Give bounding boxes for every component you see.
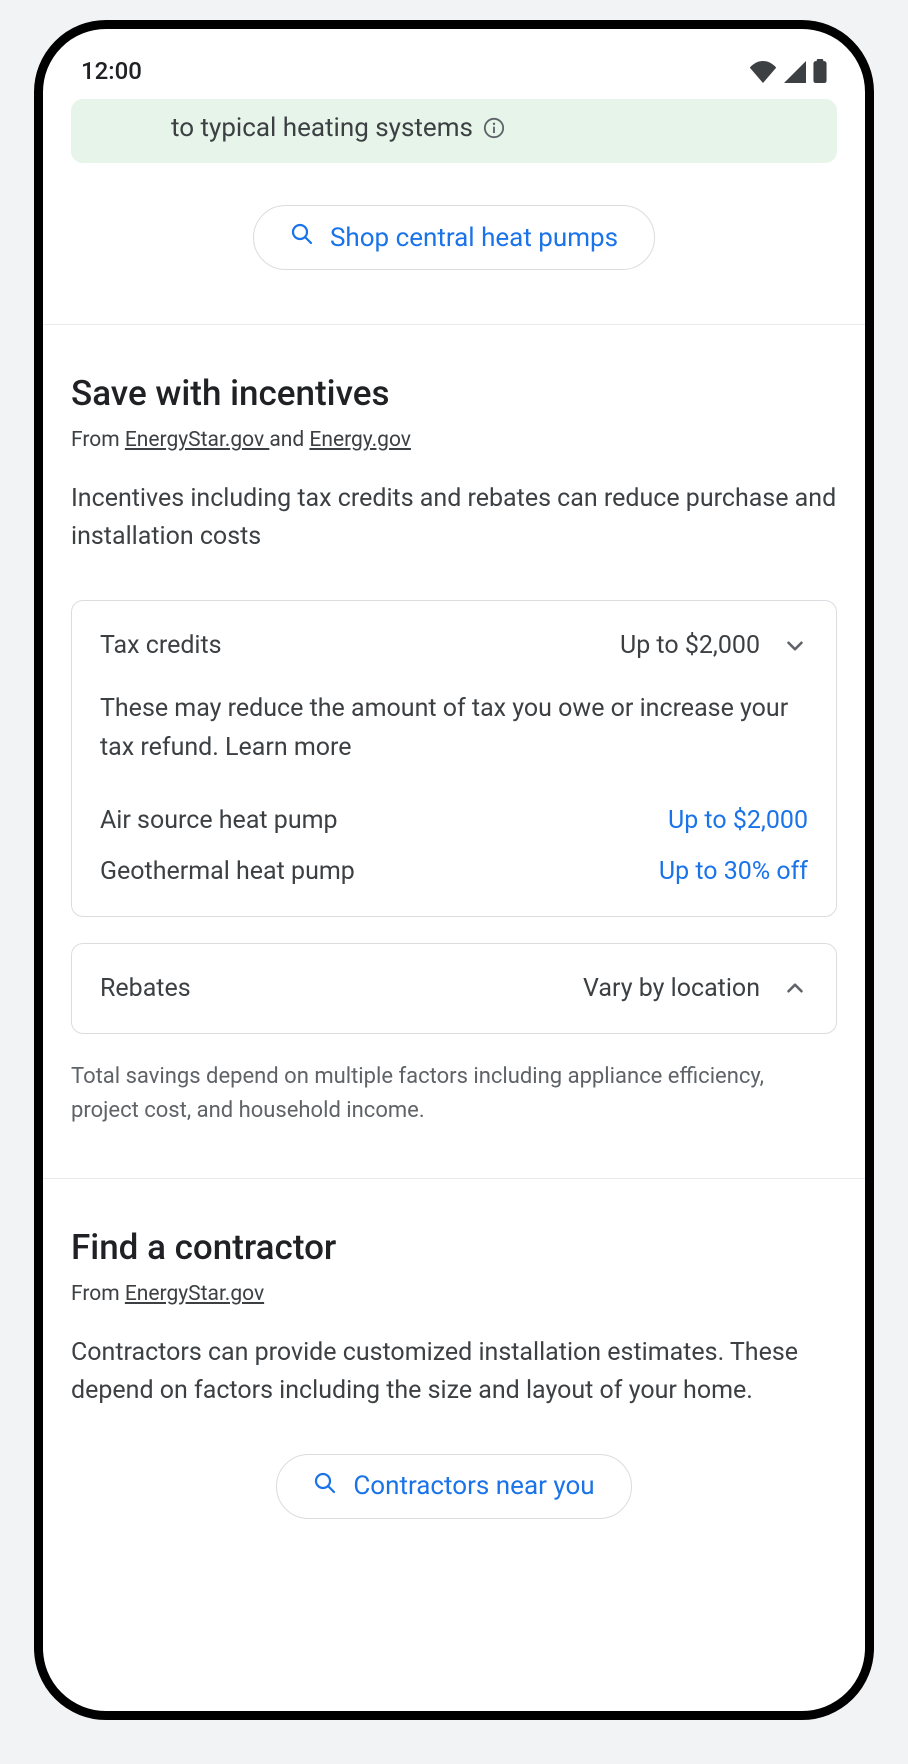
banner-text: to typical heating systems [171, 113, 473, 143]
rebates-header[interactable]: Rebates Vary by location [72, 944, 836, 1033]
main-content: to typical heating systems Shop central … [43, 99, 865, 1519]
tax-credits-body-text: These may reduce the amount of tax you o… [100, 690, 808, 768]
source-and: and [269, 428, 309, 452]
contractors-near-you-button[interactable]: Contractors near you [276, 1454, 631, 1519]
tax-credits-value: Up to $2,000 [620, 631, 760, 660]
incentive-row: Geothermal heat pump Up to 30% off [100, 857, 808, 886]
energystar-link[interactable]: EnergyStar.gov [125, 428, 269, 452]
rebates-card: Rebates Vary by location [71, 943, 837, 1034]
source-prefix: From [71, 428, 125, 452]
cellular-icon [783, 61, 807, 83]
tax-credits-card: Tax credits Up to $2,000 These may reduc… [71, 600, 837, 917]
incentives-disclaimer: Total savings depend on multiple factors… [71, 1060, 837, 1128]
phone-frame: 12:00 to typical heating systems [34, 20, 874, 1720]
incentive-row-value[interactable]: Up to 30% off [659, 857, 808, 886]
battery-icon [813, 59, 827, 83]
tax-credits-header-right: Up to $2,000 [620, 631, 808, 660]
incentive-row-label: Geothermal heat pump [100, 857, 355, 886]
rebates-label: Rebates [100, 974, 191, 1003]
energygov-link[interactable]: Energy.gov [309, 428, 411, 452]
incentives-description: Incentives including tax credits and reb… [71, 480, 837, 556]
incentives-section: Save with incentives From EnergyStar.gov… [71, 325, 837, 1128]
info-icon[interactable] [483, 117, 505, 139]
tax-credits-body: These may reduce the amount of tax you o… [72, 690, 836, 916]
contractor-description: Contractors can provide customized insta… [71, 1334, 837, 1410]
contractor-source: From EnergyStar.gov [71, 1282, 837, 1306]
tax-credits-label: Tax credits [100, 631, 222, 660]
rebates-header-right: Vary by location [583, 974, 808, 1003]
status-bar: 12:00 [43, 29, 865, 99]
status-time: 12:00 [81, 57, 142, 85]
chevron-up-icon [782, 975, 808, 1001]
shop-button-label: Shop central heat pumps [330, 223, 618, 253]
search-icon [313, 1471, 337, 1502]
energystar-link[interactable]: EnergyStar.gov [125, 1282, 264, 1306]
status-icons [749, 59, 827, 83]
search-icon [290, 222, 314, 253]
wifi-icon [749, 61, 777, 83]
rebates-value: Vary by location [583, 974, 760, 1003]
shop-button-container: Shop central heat pumps [71, 205, 837, 270]
tax-credits-header[interactable]: Tax credits Up to $2,000 [72, 601, 836, 690]
chevron-down-icon [782, 633, 808, 659]
contractor-title: Find a contractor [71, 1227, 837, 1268]
incentives-source: From EnergyStar.gov and Energy.gov [71, 428, 837, 452]
incentive-row: Air source heat pump Up to $2,000 [100, 806, 808, 835]
incentive-row-value[interactable]: Up to $2,000 [668, 806, 808, 835]
incentives-title: Save with incentives [71, 373, 837, 414]
efficiency-banner: to typical heating systems [71, 99, 837, 163]
contractor-button-label: Contractors near you [353, 1471, 594, 1501]
shop-heat-pumps-button[interactable]: Shop central heat pumps [253, 205, 655, 270]
contractor-section: Find a contractor From EnergyStar.gov Co… [71, 1179, 837, 1519]
source-prefix: From [71, 1282, 125, 1306]
contractor-button-container: Contractors near you [71, 1454, 837, 1519]
incentive-row-label: Air source heat pump [100, 806, 338, 835]
